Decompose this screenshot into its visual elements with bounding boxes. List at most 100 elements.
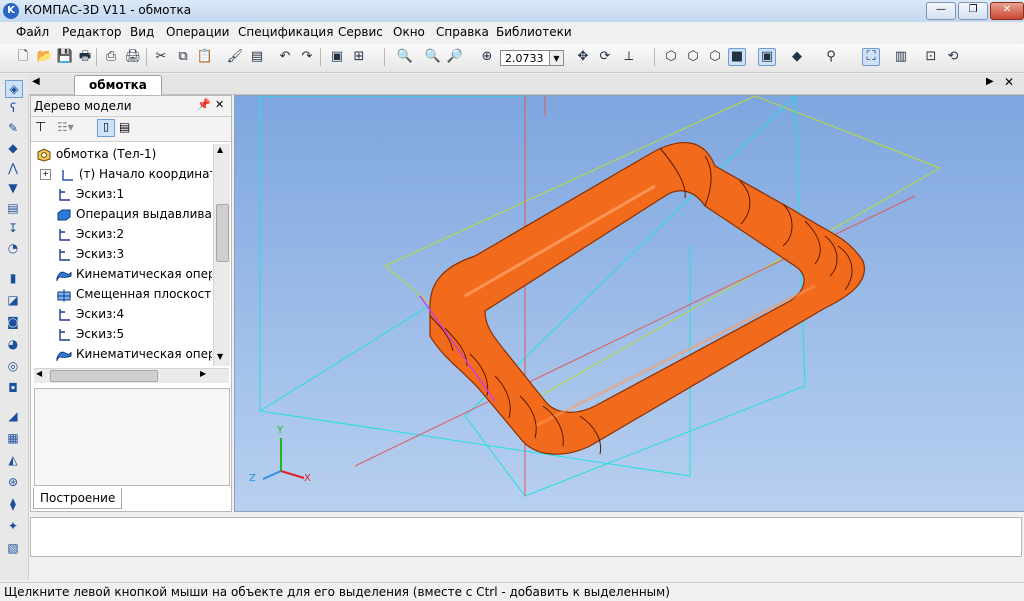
mirror-icon[interactable]: ⊛ [5, 474, 21, 490]
tree-options-icon[interactable]: ☷▾ [57, 120, 74, 134]
scroll-thumb[interactable] [50, 370, 158, 382]
paste-icon[interactable]: 📋 [196, 48, 214, 66]
perspective-icon[interactable]: ◆ [788, 48, 806, 66]
rotate-op-icon[interactable]: ◪ [5, 292, 21, 308]
shell-icon[interactable]: ▦ [5, 430, 21, 446]
filter-icon[interactable]: ⚲ [822, 48, 840, 66]
tab-construction[interactable]: Построение [33, 488, 123, 509]
close-document-icon[interactable]: ✕ [1004, 75, 1014, 89]
restore-button[interactable]: ❐ [958, 2, 988, 20]
tree-item-sketch-4[interactable]: Эскиз:4 [56, 304, 124, 324]
edit-part-icon[interactable]: ✎ [5, 120, 21, 136]
zoom-in-icon[interactable]: 🔍 [424, 48, 442, 66]
chamfer-icon[interactable]: ◢ [5, 408, 21, 424]
3d-viewport[interactable]: Y Z X [234, 95, 1024, 512]
scroll-down-icon[interactable]: ▼ [217, 352, 223, 361]
properties-bar[interactable] [30, 517, 1022, 557]
extrude-icon[interactable]: ▮ [5, 270, 21, 286]
shaded-edges-icon[interactable]: ▣ [758, 48, 776, 66]
menu-edit[interactable]: Редактор [62, 25, 121, 39]
sweep-op-icon[interactable]: ◙ [5, 314, 21, 330]
close-panel-icon[interactable]: ✕ [215, 98, 224, 111]
measure-icon[interactable]: ◔ [5, 240, 21, 256]
menu-operations[interactable]: Операции [166, 25, 229, 39]
orientation-icon[interactable]: ⟂ [620, 48, 638, 66]
tab-obmotka[interactable]: обмотка [74, 75, 162, 95]
rib-icon[interactable]: ◭ [5, 452, 21, 468]
manager-icon[interactable]: ▣ [328, 48, 346, 66]
wireframe-icon[interactable]: ⬡ [662, 48, 680, 66]
fillet-icon[interactable]: ◘ [5, 380, 21, 396]
insert-component-icon[interactable]: ⊡ [922, 48, 940, 66]
tree-toggle-icon[interactable]: ⛶ [862, 48, 880, 66]
tree-vertical-scrollbar[interactable]: ▲ ▼ [213, 144, 230, 366]
hidden-thin-icon[interactable]: ⬡ [706, 48, 724, 66]
tree-item-sweep-2[interactable]: Кинематическая операция [56, 344, 212, 364]
menu-service[interactable]: Сервис [338, 25, 383, 39]
open-folder-icon[interactable]: 📂 [36, 48, 54, 66]
zoom-input[interactable]: 2.0733 [500, 50, 550, 66]
expand-icon[interactable]: + [40, 169, 51, 180]
scroll-right-icon[interactable]: ▶ [200, 369, 206, 378]
chevron-down-icon[interactable]: ▼ [550, 50, 564, 66]
copy-icon[interactable]: ⧉ [174, 48, 192, 66]
print-icon[interactable]: 🖨 [124, 48, 142, 66]
scroll-thumb[interactable] [216, 204, 229, 262]
zoom-scale-icon[interactable]: ⊕ [478, 48, 496, 66]
chevron-left-icon[interactable]: ◀ [32, 76, 40, 87]
tree-structure-icon[interactable]: ⊤ [35, 120, 46, 135]
menu-help[interactable]: Справка [436, 25, 489, 39]
cut-icon[interactable]: ✂ [152, 48, 170, 66]
array-icon[interactable]: ⧫ [5, 496, 21, 512]
chevron-right-icon[interactable]: ▶ [986, 76, 994, 87]
tree-horizontal-scrollbar[interactable]: ◀ ▶ [34, 368, 229, 383]
pan-icon[interactable]: ✥ [574, 48, 592, 66]
menu-window[interactable]: Окно [393, 25, 425, 39]
cut-op-icon[interactable]: ✦ [5, 518, 21, 534]
tree-item-origin[interactable]: + (т) Начало координат [40, 164, 212, 184]
menu-libraries[interactable]: Библиотеки [496, 25, 572, 39]
properties-icon[interactable]: ▤ [248, 48, 266, 66]
tree-item-sweep-1[interactable]: Кинематическая операция [56, 264, 212, 284]
minimize-button[interactable]: — [926, 2, 956, 20]
scroll-left-icon[interactable]: ◀ [36, 369, 42, 378]
menu-specification[interactable]: Спецификация [238, 25, 333, 39]
pin-icon[interactable]: 📌 [197, 98, 211, 111]
loft-icon[interactable]: ◕ [5, 336, 21, 352]
tree-item-sketch-2[interactable]: Эскиз:2 [56, 224, 124, 244]
tree-item-offset-plane[interactable]: Смещенная плоскость [56, 284, 212, 304]
dimensions-icon[interactable]: ↧ [5, 220, 21, 236]
menu-file[interactable]: Файл [16, 25, 49, 39]
redo-icon[interactable]: ↷ [298, 48, 316, 66]
tree-list-icon[interactable]: ▤ [119, 120, 130, 134]
specification-icon[interactable]: ▤ [5, 200, 21, 216]
tree-item-sketch-5[interactable]: Эскиз:5 [56, 324, 124, 344]
zoom-window-icon[interactable]: 🔍 [396, 48, 414, 66]
rotate-icon[interactable]: ⟳ [596, 48, 614, 66]
sheet-metal-icon[interactable]: ◆ [5, 140, 21, 156]
hidden-lines-icon[interactable]: ⬡ [684, 48, 702, 66]
sections-icon[interactable]: ▧ [5, 540, 21, 556]
new-document-icon[interactable]: 🗋 [14, 48, 32, 66]
page-view-icon[interactable]: ⎙ [102, 48, 120, 66]
tree-item-sketch-1[interactable]: Эскиз:1 [56, 184, 124, 204]
refresh-icon[interactable]: ⟲ [944, 48, 962, 66]
library-icon[interactable]: ▥ [892, 48, 910, 66]
undo-icon[interactable]: ↶ [276, 48, 294, 66]
variables-icon[interactable]: ⊞ [350, 48, 368, 66]
close-button[interactable]: ✕ [990, 2, 1024, 20]
hole-icon[interactable]: ◎ [5, 358, 21, 374]
shaded-icon[interactable]: ■ [728, 48, 746, 66]
tree-item-extrude[interactable]: Операция выдавливания [56, 204, 212, 224]
format-brush-icon[interactable]: 🖌 [226, 48, 244, 66]
zoom-out-icon[interactable]: 🔎 [446, 48, 464, 66]
filter-tree-icon[interactable]: ▼ [5, 180, 21, 196]
print-preview-icon[interactable]: 🖶 [76, 48, 94, 66]
tree-item-sketch-3[interactable]: Эскиз:3 [56, 244, 124, 264]
part-mode-icon[interactable]: ◈ [5, 80, 23, 98]
spatial-curves-icon[interactable]: ⋀ [5, 160, 21, 176]
scroll-up-icon[interactable]: ▲ [217, 145, 223, 154]
tree-mode-icon[interactable]: ▯ [97, 119, 115, 137]
geometry-icon[interactable]: ʕ [5, 100, 21, 116]
menu-view[interactable]: Вид [130, 25, 154, 39]
